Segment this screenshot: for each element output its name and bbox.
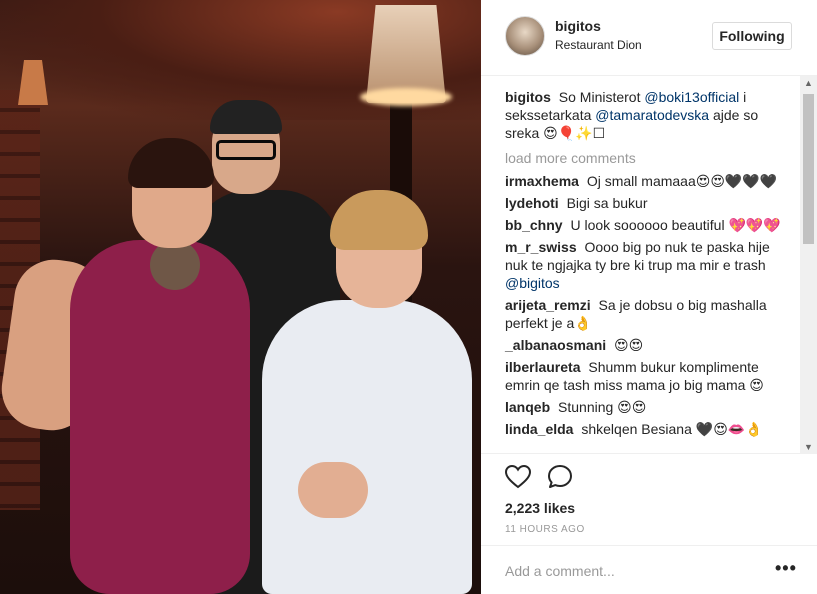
following-button[interactable]: Following (712, 22, 792, 50)
scrollbar-thumb[interactable] (803, 94, 814, 244)
comments-list: bigitos So Ministerot @boki13official i … (505, 88, 795, 442)
comment-text: 😍😍 (614, 337, 644, 353)
person-man-glasses (216, 140, 276, 160)
comments-scrollbar[interactable]: ▲ ▼ (800, 76, 817, 454)
comment-username[interactable]: _albanaosmani (505, 337, 606, 353)
person-woman-left-hair (128, 138, 214, 188)
comment-text: Bigi sa bukur (566, 195, 648, 211)
comment-item: linda_elda shkelqen Besiana 🖤😍👄👌 (505, 420, 795, 438)
comment-item: lydehoti Bigi sa bukur (505, 194, 795, 212)
comment-username[interactable]: m_r_swiss (505, 239, 577, 255)
caption-username[interactable]: bigitos (505, 89, 551, 105)
post-photo[interactable] (0, 0, 481, 594)
caption-mention-1[interactable]: @boki13official (644, 89, 739, 105)
post-location[interactable]: Restaurant Dion (555, 38, 642, 52)
post-timestamp[interactable]: 11 HOURS AGO (505, 524, 585, 535)
post-header: bigitos Restaurant Dion Following (481, 0, 817, 76)
comment-username[interactable]: lanqeb (505, 399, 550, 415)
person-woman-right-hair (330, 190, 428, 250)
caption-mention-2[interactable]: @tamaratodevska (595, 107, 709, 123)
like-heart-icon[interactable] (505, 464, 531, 490)
comment-item: _albanaosmani 😍😍 (505, 336, 795, 354)
comment-bubble-icon[interactable] (547, 464, 573, 490)
comment-username[interactable]: lydehoti (505, 195, 559, 211)
scroll-up-arrow-icon[interactable]: ▲ (804, 78, 813, 88)
post-actions (505, 464, 573, 490)
comment-item: lanqeb Stunning 😍😍 (505, 398, 795, 416)
photo-lamp-glow (360, 88, 452, 106)
load-more-comments-link[interactable]: load more comments (505, 150, 795, 166)
add-comment-bar: ••• (481, 545, 817, 594)
person-man-hair (210, 100, 282, 134)
comment-text: Oj small mamaaa😍😍🖤🖤🖤 (586, 173, 778, 189)
comment-username[interactable]: linda_elda (505, 421, 573, 437)
comment-username[interactable]: bb_chny (505, 217, 563, 233)
avatar[interactable] (505, 16, 545, 56)
comment-mention[interactable]: @bigitos (505, 275, 560, 291)
comment-item: ilberlaureta Shumm bukur komplimente emr… (505, 358, 795, 394)
comment-text: Stunning 😍😍 (558, 399, 647, 415)
comment-username[interactable]: ilberlaureta (505, 359, 580, 375)
person-woman-right-shirt (262, 300, 472, 594)
comments-section: bigitos So Ministerot @boki13official i … (481, 76, 817, 454)
comment-item: bb_chny U look soooooo beautiful 💖💖💖 (505, 216, 795, 234)
comment-item: irmaxhema Oj small mamaaa😍😍🖤🖤🖤 (505, 172, 795, 190)
comment-username[interactable]: irmaxhema (505, 173, 579, 189)
comment-item: m_r_swiss Oooo big po nuk te paska hije … (505, 238, 795, 292)
likes-count[interactable]: 2,223 likes (505, 500, 575, 516)
post-username[interactable]: bigitos (555, 18, 601, 34)
comment-text: U look soooooo beautiful 💖💖💖 (570, 217, 781, 233)
person-woman-right-hands (298, 462, 368, 518)
comment-text: shkelqen Besiana 🖤😍👄👌 (581, 421, 763, 437)
comment-username[interactable]: arijeta_remzi (505, 297, 591, 313)
scroll-down-arrow-icon[interactable]: ▼ (804, 442, 813, 452)
more-options-icon[interactable]: ••• (775, 558, 797, 579)
post-side-panel: bigitos Restaurant Dion Following bigito… (481, 0, 817, 594)
person-woman-left-dress (70, 240, 250, 594)
comment-item: arijeta_remzi Sa je dobsu o big mashalla… (505, 296, 795, 332)
caption: bigitos So Ministerot @boki13official i … (505, 88, 795, 142)
add-comment-input[interactable] (505, 560, 755, 582)
caption-text-1: So Ministerot (558, 89, 641, 105)
